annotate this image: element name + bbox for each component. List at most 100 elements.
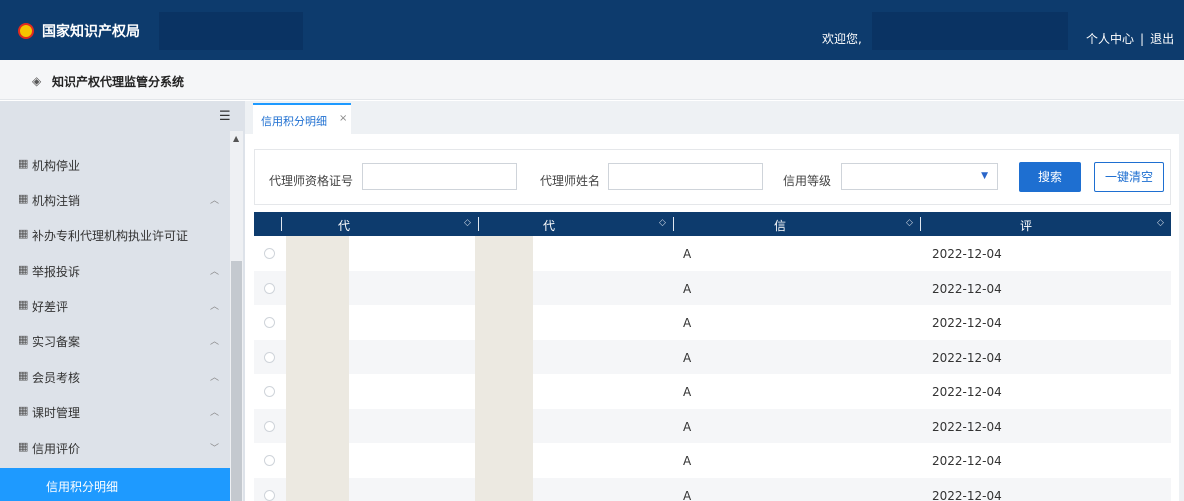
chevron-down-icon: ﹀	[210, 444, 220, 454]
grid-icon: ▦	[18, 333, 29, 346]
system-name: 知识产权代理监管分系统	[52, 75, 185, 89]
credit-level-cell: A	[683, 419, 692, 434]
sidebar-scroll-thumb[interactable]	[231, 261, 242, 501]
table-header: 代理师资格证号 ◇ 代理师姓名 ◇ 信用等级 ◇ 评价日期 ◇	[254, 212, 1171, 335]
table-row[interactable]: A 2022-12-04	[254, 477, 1171, 501]
row-radio[interactable]	[264, 282, 275, 294]
credit-level-cell: A	[683, 385, 692, 399]
sidebar-item-label: 机构注销	[32, 194, 81, 208]
column-separator	[673, 217, 674, 231]
row-radio[interactable]	[264, 489, 275, 501]
tab-bar: 信用积分明细 ×	[245, 101, 1184, 134]
row-radio[interactable]	[264, 386, 275, 397]
logout-link[interactable]: 退出	[1150, 32, 1174, 46]
chevron-up-icon: ︿	[210, 302, 220, 312]
agent-name-label: 代理师姓名	[540, 174, 601, 188]
tab-label: 信用积分明细	[261, 115, 327, 128]
column-separator	[478, 217, 479, 231]
row-radio[interactable]	[264, 317, 275, 328]
search-button[interactable]: 搜索	[1019, 162, 1081, 192]
sidebar-item-label: 信用积分明细	[46, 480, 119, 494]
grid-icon: ▦	[18, 298, 29, 311]
user-menu: 个人中心 | 退出	[1086, 30, 1174, 47]
eval-date-cell: 2022-12-04	[932, 488, 1002, 501]
eval-date-cell: 2022-12-04	[932, 316, 1002, 330]
cert-number-input[interactable]	[362, 163, 517, 190]
chevron-up-icon: ︿	[210, 337, 220, 347]
sidebar-item-member-assessment[interactable]: ▦ 会员考核 ︿	[0, 359, 230, 394]
clear-all-button[interactable]: 一键清空	[1094, 162, 1164, 192]
sidebar-item-label: 机构停业	[32, 159, 81, 173]
grid-icon: ▦	[18, 404, 29, 417]
credit-level-cell: A	[683, 454, 692, 468]
sidebar-item-label: 补办专利代理机构执业许可证	[32, 229, 189, 243]
grid-icon: ▦	[18, 440, 29, 453]
main-area: 信用积分明细 × 代理师资格证号 代理师姓名 信用等级 ▼ 搜索 一键清空 代理…	[245, 101, 1184, 501]
credit-level-cell: A	[683, 247, 692, 261]
redacted-area	[159, 12, 303, 50]
user-center-link[interactable]: 个人中心	[1086, 32, 1134, 46]
sidebar-subitem-credit-score-detail[interactable]: 信用积分明细	[0, 468, 230, 501]
table-row[interactable]: A 2022-12-04	[254, 339, 1171, 374]
sidebar-item-credit-evaluation[interactable]: ▦ 信用评价 ﹀	[0, 430, 230, 465]
table-row[interactable]: A 2022-12-04	[254, 236, 1171, 271]
app-title: 国家知识产权局	[42, 24, 140, 40]
sort-icon[interactable]: ◇	[659, 218, 666, 228]
credit-level-cell: A	[683, 350, 692, 365]
sort-icon[interactable]: ◇	[464, 218, 471, 228]
eval-date-cell: 2022-12-04	[932, 454, 1002, 468]
row-radio[interactable]	[264, 455, 275, 466]
column-separator	[281, 217, 282, 231]
redacted-username	[872, 12, 1068, 50]
tab-credit-score-detail[interactable]: 信用积分明细 ×	[253, 103, 351, 134]
sidebar-item-org-cancellation[interactable]: ▦ 机构注销 ︿	[0, 182, 230, 217]
redacted-name-column	[475, 236, 533, 501]
sidebar-item-label: 好差评	[32, 300, 69, 314]
close-icon[interactable]: ×	[339, 113, 347, 124]
collapse-menu-icon[interactable]: ☰	[219, 109, 231, 124]
sidebar-item-label: 举报投诉	[32, 265, 81, 279]
sidebar: ☰ ▲ ▦ 机构停业 ▦ 机构注销 ︿ ▦ 补办专利代理机构执业许可证 ▦ 举报…	[0, 101, 245, 501]
sidebar-item-class-hours[interactable]: ▦ 课时管理 ︿	[0, 394, 230, 429]
sidebar-item-label: 会员考核	[32, 371, 81, 385]
sidebar-item-label: 信用评价	[32, 442, 81, 456]
chevron-up-icon: ︿	[210, 408, 220, 418]
menu-separator: |	[1140, 32, 1145, 46]
table-row[interactable]: A 2022-12-04	[254, 305, 1171, 340]
grid-icon: ▦	[18, 157, 29, 170]
layers-icon: ◈	[32, 74, 42, 88]
system-bar: ◈ 知识产权代理监管分系统	[0, 60, 1184, 100]
credit-table: 代理师资格证号 ◇ 代理师姓名 ◇ 信用等级 ◇ 评价日期 ◇	[254, 212, 1171, 501]
chevron-down-icon: ▼	[981, 171, 988, 181]
table-row[interactable]: A 2022-12-04	[254, 408, 1171, 443]
national-emblem-icon	[18, 23, 34, 39]
content-scrollbar[interactable]	[1179, 134, 1184, 501]
sort-icon[interactable]: ◇	[906, 218, 913, 228]
sidebar-item-ratings[interactable]: ▦ 好差评 ︿	[0, 288, 230, 323]
grid-icon: ▦	[18, 369, 29, 382]
sidebar-item-license-reissue[interactable]: ▦ 补办专利代理机构执业许可证	[0, 217, 230, 252]
grid-icon: ▦	[18, 263, 29, 276]
column-separator	[920, 217, 921, 231]
credit-level-cell: A	[683, 316, 692, 330]
sidebar-item-internship[interactable]: ▦ 实习备案 ︿	[0, 323, 230, 358]
sort-icon[interactable]: ◇	[1157, 218, 1164, 228]
redacted-cert-column	[286, 236, 349, 501]
scroll-up-icon[interactable]: ▲	[233, 134, 239, 143]
table-row[interactable]: A 2022-12-04	[254, 374, 1171, 409]
row-radio[interactable]	[264, 351, 275, 363]
credit-level-select[interactable]: ▼	[841, 163, 998, 190]
agent-name-input[interactable]	[608, 163, 763, 190]
credit-level-label: 信用等级	[783, 174, 832, 188]
row-radio[interactable]	[264, 248, 275, 259]
sidebar-item-complaints[interactable]: ▦ 举报投诉 ︿	[0, 253, 230, 288]
chevron-up-icon: ︿	[210, 196, 220, 206]
chevron-up-icon: ︿	[210, 373, 220, 383]
sidebar-item-org-suspension[interactable]: ▦ 机构停业	[0, 147, 230, 182]
welcome-text: 欢迎您,	[822, 32, 862, 46]
table-row[interactable]: A 2022-12-04	[254, 270, 1171, 305]
table-row[interactable]: A 2022-12-04	[254, 443, 1171, 478]
row-radio[interactable]	[264, 420, 275, 432]
grid-icon: ▦	[18, 192, 29, 205]
eval-date-cell: 2022-12-04	[932, 350, 1002, 365]
